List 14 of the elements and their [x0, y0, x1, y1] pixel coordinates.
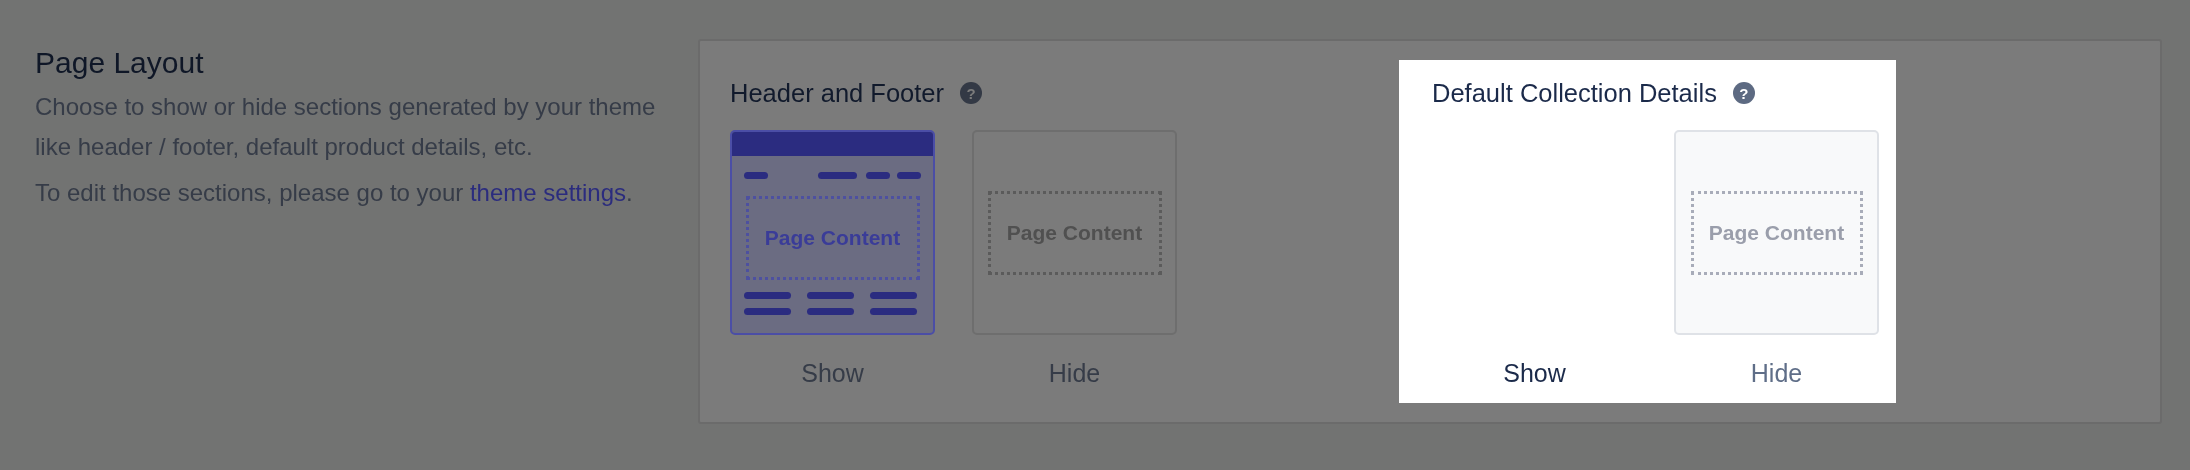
page-content-placeholder: Page Content — [1690, 190, 1863, 275]
option-label: Hide — [1048, 359, 1101, 388]
theme-settings-link[interactable]: theme settings — [469, 179, 627, 206]
option-label: Hide — [1750, 359, 1803, 388]
option-label: Show — [801, 359, 864, 388]
layout-option[interactable]: Page Content — [1674, 130, 1879, 335]
help-icon[interactable]: ? — [960, 82, 983, 104]
option-label: Show — [1503, 359, 1566, 388]
group-title: Header and Footer — [730, 78, 945, 108]
help-icon[interactable]: ? — [1732, 82, 1755, 104]
section-title: Page Layout — [35, 47, 205, 79]
group-title: Default Collection Details — [1432, 78, 1717, 108]
description: To edit those sections, please go to your theme settings. — [35, 178, 634, 208]
description: Choose to show or hide sections generated by your theme like header / footer, default product details, etc. — [35, 92, 657, 162]
